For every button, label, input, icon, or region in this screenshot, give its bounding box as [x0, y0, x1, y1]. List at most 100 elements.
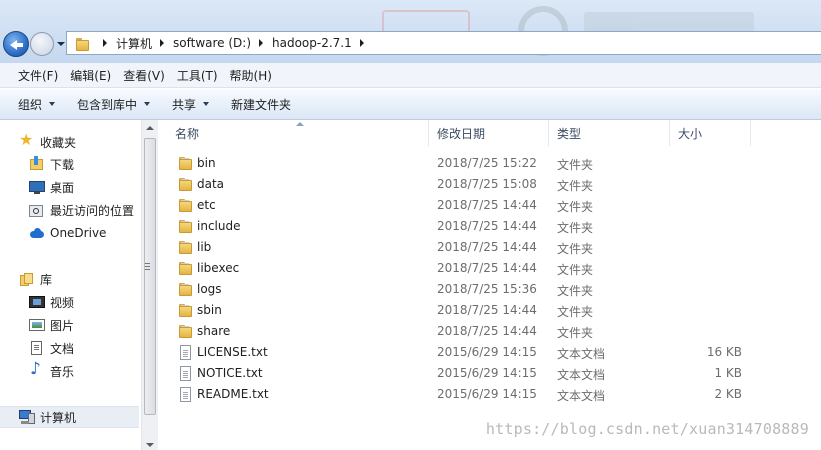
background-decoration	[370, 0, 821, 56]
file-modified-date: 2018/7/25 14:44	[437, 198, 537, 212]
breadcrumb-label: hadoop-2.7.1	[272, 36, 352, 50]
file-row[interactable]: logs 2018/7/25 15:36 文件夹	[159, 279, 821, 300]
chevron-down-icon	[144, 102, 151, 106]
forward-arrow-icon[interactable]	[30, 32, 54, 56]
nav-label: 桌面	[50, 180, 75, 195]
chevron-down-icon	[49, 102, 56, 106]
file-name: share	[197, 324, 231, 338]
file-size: 16 KB	[706, 345, 742, 359]
file-type: 文件夹	[557, 221, 594, 235]
share-button[interactable]: 共享	[164, 96, 217, 113]
nav-label: 计算机	[40, 410, 77, 425]
nav-item-desktop[interactable]: 桌面	[29, 176, 74, 198]
breadcrumb-separator-icon[interactable]	[259, 39, 264, 47]
column-header-modified[interactable]: 修改日期	[429, 120, 549, 146]
file-row[interactable]: README.txt 2015/6/29 14:15 文本文档 2 KB	[159, 384, 821, 405]
new-folder-button[interactable]: 新建文件夹	[223, 96, 299, 113]
recent-pages-dropdown-icon[interactable]	[57, 42, 65, 46]
menu-file[interactable]: 文件(F)	[12, 67, 64, 84]
nav-label: 音乐	[50, 364, 75, 379]
file-row[interactable]: share 2018/7/25 14:44 文件夹	[159, 321, 821, 342]
nav-label: 视频	[50, 295, 75, 310]
file-row[interactable]: lib 2018/7/25 14:44 文件夹	[159, 237, 821, 258]
nav-item-pictures[interactable]: 图片	[29, 314, 74, 336]
menu-edit[interactable]: 编辑(E)	[64, 67, 117, 84]
nav-item-downloads[interactable]: 下载	[29, 153, 74, 175]
file-row[interactable]: include 2018/7/25 14:44 文件夹	[159, 216, 821, 237]
file-row[interactable]: NOTICE.txt 2015/6/29 14:15 文本文档 1 KB	[159, 363, 821, 384]
menu-help[interactable]: 帮助(H)	[224, 67, 278, 84]
file-type: 文本文档	[557, 368, 606, 382]
nav-item-recent-places[interactable]: 最近访问的位置	[29, 199, 134, 221]
file-row[interactable]: libexec 2018/7/25 14:44 文件夹	[159, 258, 821, 279]
file-type: 文件夹	[557, 305, 594, 319]
column-header-label: 修改日期	[437, 126, 486, 141]
recent-places-icon	[29, 202, 45, 218]
file-row[interactable]: sbin 2018/7/25 14:44 文件夹	[159, 300, 821, 321]
video-icon	[29, 294, 45, 310]
folder-icon	[178, 303, 193, 318]
navigation-pane: 收藏夹 下载 桌面 最近访问的位置 OneDrive 库 视频 图片 文档 音乐…	[0, 120, 141, 450]
folder-icon	[178, 219, 193, 234]
menu-view[interactable]: 查看(V)	[117, 67, 171, 84]
breadcrumb-separator-icon[interactable]	[103, 39, 107, 47]
nav-item-documents[interactable]: 文档	[29, 337, 74, 359]
back-arrow-icon[interactable]	[3, 31, 29, 57]
file-row[interactable]: data 2018/7/25 15:08 文件夹	[159, 174, 821, 195]
file-type: 文件夹	[557, 326, 594, 340]
file-modified-date: 2018/7/25 15:22	[437, 156, 537, 170]
scroll-down-arrow-icon[interactable]	[146, 443, 154, 447]
column-header-type[interactable]: 类型	[549, 120, 670, 146]
column-header-size[interactable]: 大小	[670, 120, 751, 146]
address-bar[interactable]: 计算机 software (D:) hadoop-2.7.1	[66, 31, 821, 55]
breadcrumb-separator-icon[interactable]	[359, 39, 364, 47]
folder-icon	[178, 261, 193, 276]
file-type: 文件夹	[557, 242, 594, 256]
nav-item-music[interactable]: 音乐	[29, 360, 74, 382]
nav-label: 下载	[50, 157, 75, 172]
file-modified-date: 2018/7/25 14:44	[437, 303, 537, 317]
breadcrumb-item-drive[interactable]: software (D:)	[173, 34, 272, 52]
breadcrumb-label: 计算机	[116, 36, 153, 51]
scrollbar-thumb[interactable]	[144, 138, 156, 415]
command-bar: 组织 包含到库中 共享 新建文件夹	[0, 89, 821, 120]
breadcrumb-item-computer[interactable]: 计算机	[116, 33, 173, 54]
folder-icon	[75, 37, 91, 51]
column-header-name[interactable]: 名称	[167, 120, 429, 146]
nav-label: 收藏夹	[40, 135, 77, 150]
file-row[interactable]: etc 2018/7/25 14:44 文件夹	[159, 195, 821, 216]
navigation-pane-scrollbar[interactable]	[141, 120, 158, 450]
file-modified-date: 2015/6/29 14:15	[437, 345, 537, 359]
downloads-folder-icon	[29, 156, 45, 172]
nav-item-libraries[interactable]: 库	[19, 268, 52, 290]
include-in-library-button[interactable]: 包含到库中	[69, 96, 158, 113]
nav-label: 文档	[50, 341, 75, 356]
organize-label: 组织	[18, 97, 43, 112]
breadcrumb-item-folder[interactable]: hadoop-2.7.1	[272, 34, 373, 52]
file-row[interactable]: bin 2018/7/25 15:22 文件夹	[159, 153, 821, 174]
menu-tools[interactable]: 工具(T)	[171, 67, 224, 84]
scroll-up-arrow-icon[interactable]	[146, 126, 154, 130]
file-type: 文本文档	[557, 347, 606, 361]
file-type: 文本文档	[557, 389, 606, 403]
share-label: 共享	[172, 97, 197, 112]
nav-item-computer[interactable]: 计算机	[0, 406, 139, 428]
chevron-down-icon	[203, 102, 210, 106]
nav-item-onedrive[interactable]: OneDrive	[29, 222, 106, 244]
file-type: 文件夹	[557, 284, 594, 298]
file-name: include	[197, 219, 241, 233]
new-folder-label: 新建文件夹	[231, 97, 292, 112]
nav-item-favorites[interactable]: 收藏夹	[19, 131, 76, 153]
breadcrumb-separator-icon[interactable]	[160, 39, 165, 47]
star-icon	[19, 132, 35, 150]
folder-icon	[178, 282, 193, 297]
menu-bar: 文件(F) 编辑(E) 查看(V) 工具(T) 帮助(H)	[0, 63, 821, 88]
file-modified-date: 2018/7/25 14:44	[437, 219, 537, 233]
file-type: 文件夹	[557, 263, 594, 277]
folder-icon	[178, 240, 193, 255]
organize-button[interactable]: 组织	[10, 96, 63, 113]
text-file-icon	[178, 345, 193, 360]
file-row[interactable]: LICENSE.txt 2015/6/29 14:15 文本文档 16 KB	[159, 342, 821, 363]
nav-item-videos[interactable]: 视频	[29, 291, 74, 313]
file-name: etc	[197, 198, 216, 212]
